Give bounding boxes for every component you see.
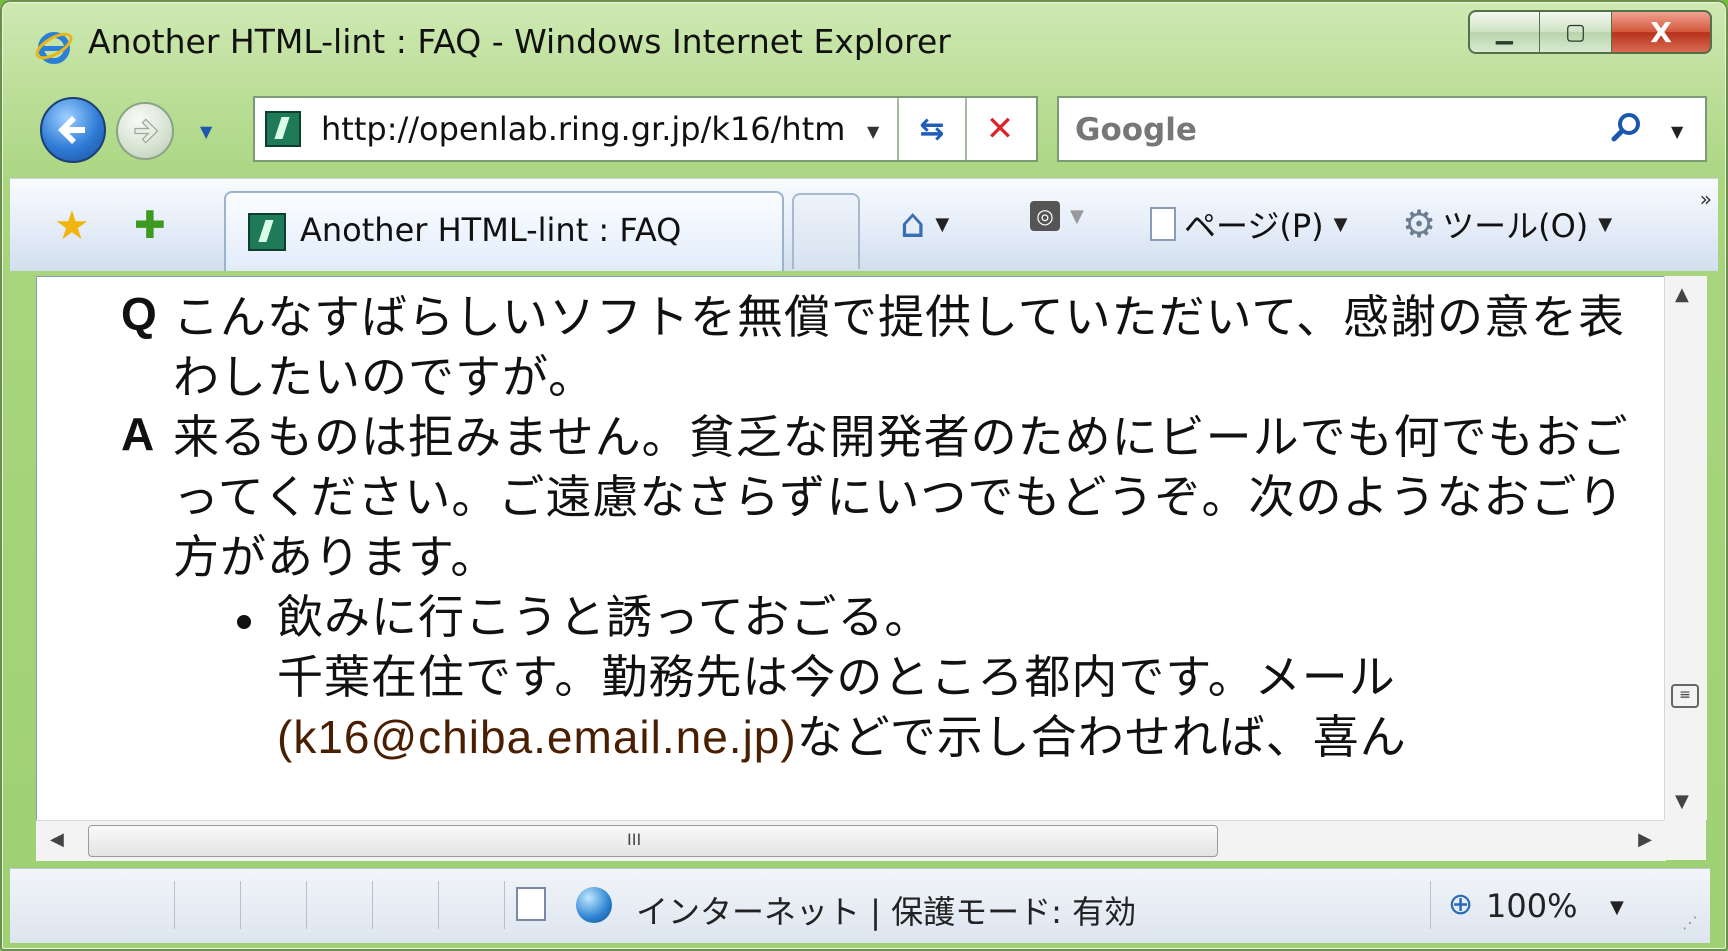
page-menu[interactable]: ページ(P) ▼ — [1150, 201, 1347, 247]
chevron-down-icon[interactable]: ▼ — [935, 214, 949, 235]
home-icon: ⌂ — [900, 201, 926, 247]
globe-icon — [576, 887, 612, 923]
question-text: こんなすばらしいソフトを無償で提供していただいて、感謝の意を表わしたいのですが。 — [173, 290, 1625, 404]
search-input[interactable]: Google — [1075, 112, 1197, 148]
title-bar: Another HTML-lint : FAQ - Windows Intern… — [0, 0, 1728, 92]
maximize-icon: ▢ — [1565, 19, 1586, 45]
tools-menu-label: ツール(O) — [1442, 207, 1589, 245]
feed-icon: ◎ — [1030, 201, 1060, 231]
search-options-dropdown[interactable]: ▼ — [1671, 122, 1683, 141]
gear-icon: ⚙ — [1402, 202, 1437, 246]
scroll-thumb-grip[interactable]: ≡ — [1671, 684, 1699, 708]
new-tab-button[interactable] — [792, 193, 860, 269]
search-icon[interactable] — [1607, 108, 1647, 148]
refresh-button[interactable]: ⇆ — [899, 98, 965, 160]
address-dropdown[interactable]: ▼ — [867, 122, 879, 141]
answer-label: A — [121, 408, 155, 460]
list-item-line: 千葉在住です。勤務先は今のところ都内です。メール — [277, 650, 1396, 704]
scroll-down-arrow[interactable]: ▼ — [1675, 791, 1689, 812]
caption-buttons: ▁ ▢ X — [1468, 10, 1712, 54]
zoom-dropdown[interactable]: ▼ — [1610, 897, 1624, 918]
more-commands-chevron[interactable]: » — [1700, 187, 1712, 211]
tab-active[interactable]: Another HTML-lint : FAQ — [224, 191, 784, 271]
bullet-icon — [237, 615, 251, 629]
ie-icon — [35, 32, 73, 64]
stop-icon: ✕ — [985, 109, 1015, 149]
page-favicon — [248, 213, 286, 251]
back-icon — [58, 116, 85, 144]
list-item-line-rest: などで示し合わせれば、喜ん — [796, 710, 1407, 764]
minimize-button[interactable]: ▁ — [1468, 10, 1540, 54]
tools-menu[interactable]: ⚙ ツール(O) ▼ — [1402, 201, 1612, 247]
page-favicon — [265, 111, 301, 147]
window-title: Another HTML-lint : FAQ - Windows Intern… — [88, 22, 951, 61]
page-icon — [1150, 207, 1176, 241]
chevron-down-icon: ▼ — [1598, 213, 1613, 235]
minimize-icon: ▁ — [1496, 19, 1513, 45]
separator — [240, 881, 241, 929]
tab-title: Another HTML-lint : FAQ — [300, 211, 682, 249]
scroll-left-arrow[interactable]: ◀ — [50, 829, 64, 850]
list-item-text: 飲みに行こうと誘っておごる。 千葉在住です。勤務先は今のところ都内です。メール … — [277, 587, 1627, 767]
search-box[interactable]: Google ▼ — [1057, 96, 1707, 162]
address-bar[interactable]: http://openlab.ring.gr.jp/k16/htm ▼ ⇆ ✕ — [253, 96, 1038, 162]
favorites-star-icon[interactable]: ★ — [54, 203, 90, 249]
list-item-line: (k16@chiba.email.ne.jp)などで示し合わせれば、喜ん — [277, 707, 1627, 767]
zoom-icon: ⊕ — [1448, 887, 1474, 922]
forward-icon — [134, 118, 159, 144]
resize-grip[interactable]: ⋰ — [1682, 913, 1698, 932]
forward-button[interactable] — [116, 102, 174, 160]
zoom-level[interactable]: 100% — [1486, 887, 1577, 925]
vertical-scrollbar[interactable]: ▲ ≡ ▼ — [1664, 276, 1707, 820]
back-button[interactable] — [40, 97, 106, 163]
separator — [306, 881, 307, 929]
home-button[interactable]: ⌂ ▼ — [900, 201, 949, 247]
separator — [1430, 881, 1431, 929]
separator — [174, 881, 175, 929]
navigation-bar: ▼ http://openlab.ring.gr.jp/k16/htm ▼ ⇆ … — [0, 88, 1728, 170]
recent-pages-dropdown[interactable]: ▼ — [200, 122, 212, 141]
popup-blocker-icon[interactable] — [516, 887, 546, 921]
question-label: Q — [121, 288, 157, 340]
email-text: (k16@chiba.email.ne.jp) — [277, 711, 797, 763]
scroll-up-arrow[interactable]: ▲ — [1675, 284, 1689, 305]
chevron-down-icon: ▼ — [1333, 213, 1348, 235]
list-item-line: 飲みに行こうと誘っておごる。 — [277, 590, 932, 644]
stop-button[interactable]: ✕ — [967, 98, 1033, 160]
close-button[interactable]: X — [1612, 10, 1712, 54]
security-zone[interactable]: インターネット | 保護モード: 有効 — [636, 887, 1136, 933]
separator — [438, 881, 439, 929]
horizontal-scrollbar[interactable]: ◀ III ▶ — [36, 820, 1666, 861]
add-favorites-icon[interactable]: ✚ — [134, 203, 166, 247]
status-bar: インターネット | 保護モード: 有効 ⊕ 100% ▼ ⋰ — [10, 868, 1710, 943]
page-content: Q こんなすばらしいソフトを無償で提供していただいて、感謝の意を表わしたいのです… — [36, 276, 1668, 822]
feeds-button[interactable]: ◎ ▼ — [1030, 201, 1084, 231]
chevron-down-icon[interactable]: ▼ — [1070, 206, 1084, 227]
close-icon: X — [1650, 15, 1672, 49]
maximize-button[interactable]: ▢ — [1540, 10, 1612, 54]
scroll-thumb-grip: III — [627, 830, 642, 849]
page-menu-label: ページ(P) — [1184, 207, 1324, 245]
answer-text: 来るものは拒みません。貧乏な開発者のためにビールでも何でもおごってください。ご遠… — [173, 410, 1629, 584]
scrollbar-corner — [1664, 820, 1706, 860]
refresh-icon: ⇆ — [919, 111, 945, 147]
separator — [372, 881, 373, 929]
scroll-right-arrow[interactable]: ▶ — [1638, 829, 1652, 850]
url-field[interactable]: http://openlab.ring.gr.jp/k16/htm — [321, 110, 921, 148]
separator — [504, 881, 505, 929]
command-bar: ★ ✚ Another HTML-lint : FAQ ⌂ ▼ ◎ ▼ ページ(P)… — [10, 178, 1718, 271]
browser-window: Another HTML-lint : FAQ - Windows Intern… — [0, 0, 1728, 951]
horizontal-scroll-thumb[interactable]: III — [88, 825, 1218, 857]
